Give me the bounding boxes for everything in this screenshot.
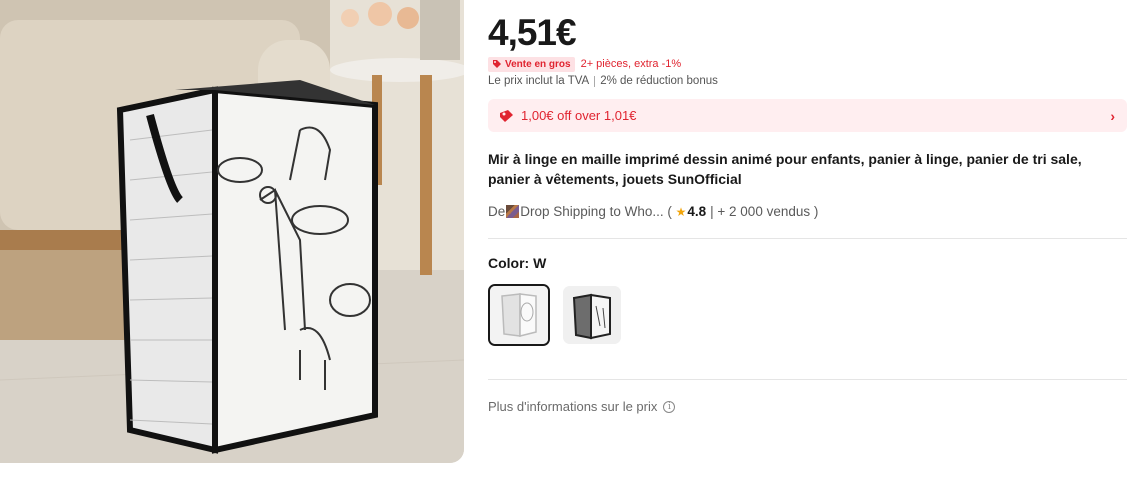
separator: [594, 75, 596, 87]
sold-count: + 2 000 vendus: [717, 204, 811, 219]
tag-icon: [493, 60, 501, 68]
color-swatch-option[interactable]: [563, 286, 621, 344]
chevron-right-icon[interactable]: ›: [1110, 108, 1115, 124]
rating-value: 4.8: [687, 204, 707, 219]
info-icon[interactable]: i: [663, 400, 676, 413]
rating-separator: |: [710, 204, 718, 219]
bonus-text: 2% de réduction bonus: [600, 75, 718, 87]
store-prefix: De: [488, 204, 506, 219]
swatch-thumbnail: [490, 286, 548, 344]
tax-text: Le prix inclut la TVA: [488, 75, 590, 87]
color-label: Color: W: [488, 255, 547, 271]
divider: [488, 238, 1127, 239]
wholesale-badge-label: Vente en gros: [505, 58, 571, 70]
store-row[interactable]: De Drop Shipping to Who... ( ★ 4.8 | + 2…: [488, 204, 818, 219]
coupon-text: 1,00€ off over 1,01€: [521, 108, 637, 123]
wholesale-text: 2+ pièces, extra -1%: [580, 58, 682, 70]
more-price-info[interactable]: Plus d'informations sur le prix i: [488, 399, 676, 414]
more-info-text: Plus d'informations sur le prix: [488, 399, 658, 414]
divider: [488, 379, 1127, 380]
wholesale-row: Vente en gros 2+ pièces, extra -1%: [488, 56, 681, 72]
rating-open-paren: (: [663, 204, 676, 219]
product-info-panel: 4,51€ Vente en gros 2+ pièces, extra -1%…: [488, 0, 1127, 494]
coupon-banner[interactable]: 1,00€ off over 1,01€ ›: [488, 99, 1127, 132]
store-avatar: [506, 205, 520, 218]
color-swatch-selected[interactable]: [488, 284, 550, 346]
product-main-image[interactable]: [0, 0, 464, 463]
wholesale-badge: Vente en gros: [488, 56, 575, 72]
store-name[interactable]: Drop Shipping to Who...: [520, 204, 663, 219]
product-title: Mir à linge en maille imprimé dessin ani…: [488, 151, 1082, 187]
star-icon: ★: [675, 204, 687, 219]
swatch-thumbnail: [563, 286, 621, 344]
rating-close-paren: ): [810, 204, 819, 219]
coupon-ticket-icon: [500, 109, 513, 122]
tax-row: Le prix inclut la TVA 2% de réduction bo…: [488, 75, 718, 87]
price: 4,51€: [488, 12, 577, 53]
